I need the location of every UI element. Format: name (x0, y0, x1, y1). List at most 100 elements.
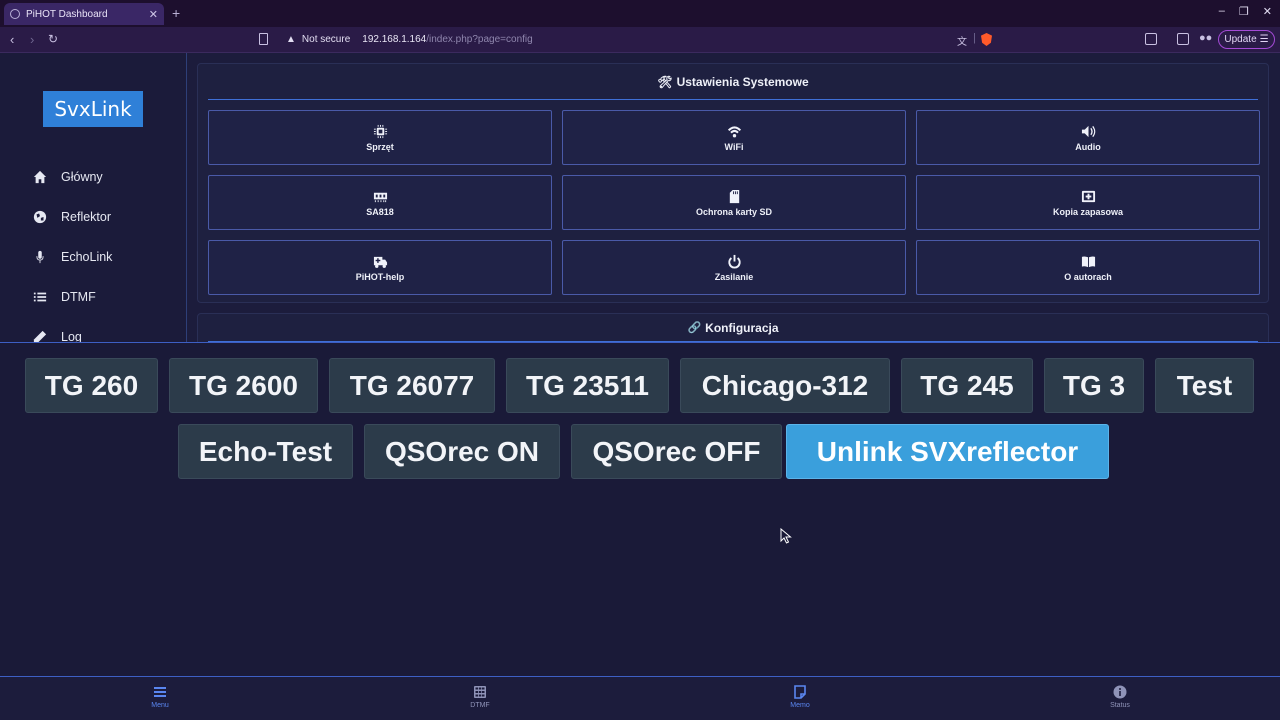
sidebar: SvxLink Główny Reflektor EchoLink DTMF L… (0, 53, 187, 344)
minimize-button[interactable]: – (1219, 5, 1225, 18)
warning-icon: ▲ (286, 34, 296, 45)
tile-wifi[interactable]: WiFi (562, 110, 906, 165)
bottom-nav-memo[interactable]: Memo (760, 685, 840, 709)
keypad-icon (474, 686, 486, 698)
brave-shield-icon[interactable] (981, 33, 992, 46)
bottom-nav: Menu DTMF Memo Status (0, 676, 1280, 720)
tab-close-icon[interactable]: ✕ (149, 8, 158, 21)
url-path: /index.php?page=config (426, 34, 533, 45)
sidebar-item-reflektor[interactable]: Reflektor (0, 197, 186, 237)
mouse-cursor-icon (780, 528, 792, 544)
sidebar-item-label: Główny (61, 170, 103, 184)
translate-icon[interactable]: 文 (957, 33, 967, 48)
bottom-nav-dtmf[interactable]: DTMF (440, 685, 520, 709)
menu-icon (154, 687, 166, 697)
tile-label: Sprzęt (366, 141, 394, 152)
sidebar-item-glowny[interactable]: Główny (0, 157, 186, 197)
sidebar-item-dtmf[interactable]: DTMF (0, 277, 186, 317)
settings-grid: Sprzęt WiFi Audio SA818 Ochrona karty SD… (208, 110, 1260, 295)
memo-button-tg-2600[interactable]: TG 2600 (169, 358, 318, 413)
close-window-button[interactable]: ✕ (1263, 5, 1272, 18)
favicon-icon (10, 9, 20, 19)
sidebar-nav: Główny Reflektor EchoLink DTMF Log (0, 157, 186, 357)
speaker-icon (1081, 125, 1095, 137)
tile-pihot-help[interactable]: PiHOT-help (208, 240, 552, 295)
tile-label: Audio (1075, 141, 1101, 152)
memo-button-unlink-svxreflector[interactable]: Unlink SVXreflector (786, 424, 1109, 479)
url-host: 192.168.1.164 (362, 34, 427, 45)
tile-ochrona-karty-sd[interactable]: Ochrona karty SD (562, 175, 906, 230)
browser-tab[interactable]: PiHOT Dashboard ✕ (4, 3, 164, 25)
memo-button-tg-260[interactable]: TG 260 (25, 358, 158, 413)
sd-card-icon (729, 189, 739, 203)
tile-label: Kopia zapasowa (1052, 206, 1124, 217)
reload-icon[interactable]: ↻ (48, 32, 58, 46)
new-tab-button[interactable]: + (172, 5, 180, 21)
power-icon (727, 254, 741, 269)
chip-icon (373, 124, 387, 138)
panel-title: 🛠 Ustawienia Systemowe (208, 64, 1258, 100)
forward-icon[interactable]: › (30, 32, 34, 47)
tile-label: PiHOT-help (355, 271, 405, 282)
info-icon (1113, 685, 1127, 699)
browser-titlebar: PiHOT Dashboard ✕ + – ❐ ✕ (0, 0, 1280, 27)
back-icon[interactable]: ‹ (10, 32, 14, 47)
maximize-button[interactable]: ❐ (1239, 5, 1249, 18)
memo-icon (794, 685, 806, 699)
tile-label: O autorach (1064, 271, 1112, 282)
address-bar[interactable]: ▲ Not secure 192.168.1.164/index.php?pag… (286, 34, 533, 45)
bottom-nav-label: DTMF (470, 702, 490, 709)
memo-button-test[interactable]: Test (1155, 358, 1254, 413)
bottom-nav-status[interactable]: Status (1080, 685, 1160, 709)
tile-o-autorach[interactable]: O autorach (916, 240, 1260, 295)
memo-button-tg-23511[interactable]: TG 23511 (506, 358, 669, 413)
bookmark-icon[interactable] (259, 33, 268, 45)
tile-label: SA818 (366, 206, 394, 217)
tile-label: Zasilanie (714, 271, 754, 282)
panel-title-text: Konfiguracja (705, 320, 779, 335)
tile-label: WiFi (724, 141, 744, 152)
extension-icon[interactable] (1145, 33, 1157, 45)
system-settings-panel: 🛠 Ustawienia Systemowe Sprzęt WiFi Audio… (197, 63, 1269, 303)
list-icon (33, 292, 47, 302)
separator: | (973, 32, 976, 44)
svxlink-logo[interactable]: SvxLink (43, 91, 143, 127)
truck-medical-icon (373, 256, 387, 268)
bottom-nav-menu[interactable]: Menu (120, 685, 200, 709)
memo-button-chicago-312[interactable]: Chicago-312 (680, 358, 890, 413)
sidebar-item-label: Reflektor (61, 210, 112, 224)
home-icon (33, 170, 47, 184)
tile-audio[interactable]: Audio (916, 110, 1260, 165)
memo-button-tg-245[interactable]: TG 245 (901, 358, 1033, 413)
sidebar-item-label: EchoLink (61, 250, 113, 264)
hamburger-icon: ☰ (1259, 34, 1269, 45)
tile-label: Ochrona karty SD (695, 206, 773, 217)
window-controls: – ❐ ✕ (1219, 5, 1272, 18)
wallet-icon[interactable]: ●● (1199, 32, 1212, 44)
link-icon: 🔗 (687, 322, 702, 334)
tile-zasilanie[interactable]: Zasilanie (562, 240, 906, 295)
memo-button-tg-3[interactable]: TG 3 (1044, 358, 1144, 413)
memory-icon (373, 192, 387, 202)
bottom-nav-label: Memo (790, 702, 810, 709)
sidebar-toggle-icon[interactable] (1177, 33, 1189, 45)
sidebar-item-echolink[interactable]: EchoLink (0, 237, 186, 277)
tools-icon: 🛠 (657, 74, 673, 89)
memo-button-echo-test[interactable]: Echo-Test (178, 424, 353, 479)
tile-kopia-zapasowa[interactable]: Kopia zapasowa (916, 175, 1260, 230)
update-button[interactable]: Update ☰ (1218, 30, 1275, 49)
tab-title: PiHOT Dashboard (26, 8, 108, 20)
globe-icon (33, 210, 47, 224)
memo-button-qsorec-on[interactable]: QSOrec ON (364, 424, 560, 479)
browser-toolbar: ‹ › ↻ ▲ Not secure 192.168.1.164/index.p… (0, 27, 1280, 53)
bottom-nav-label: Menu (151, 702, 169, 709)
panel-title-text: Ustawienia Systemowe (676, 74, 809, 89)
wifi-icon (727, 125, 741, 137)
update-label: Update (1224, 34, 1257, 45)
bottom-nav-label: Status (1110, 702, 1130, 709)
memo-button-qsorec-off[interactable]: QSOrec OFF (571, 424, 782, 479)
tile-sprzet[interactable]: Sprzęt (208, 110, 552, 165)
security-label: Not secure (301, 34, 351, 45)
memo-button-tg-26077[interactable]: TG 26077 (329, 358, 495, 413)
tile-sa818[interactable]: SA818 (208, 175, 552, 230)
